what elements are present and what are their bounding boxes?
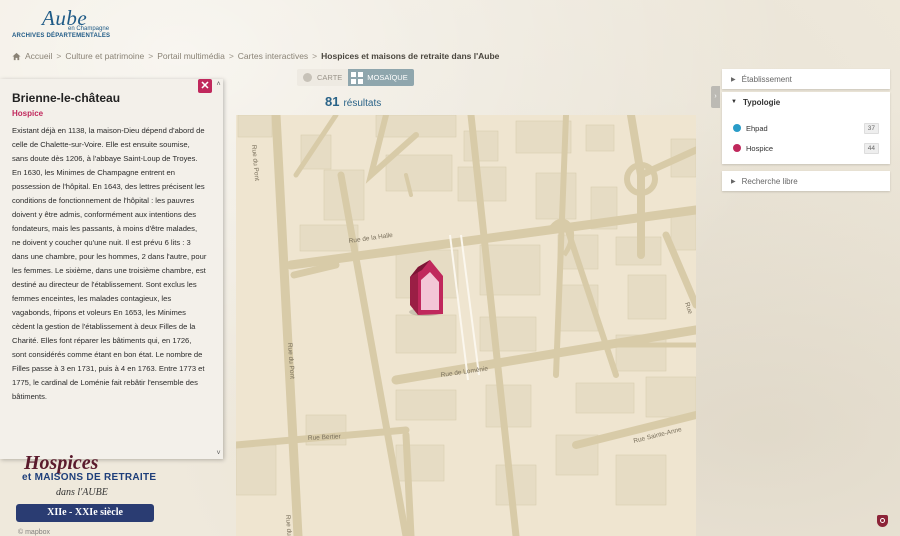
results-count: 81 résultats — [325, 94, 381, 109]
chevron-down-icon[interactable]: ˅ — [215, 450, 222, 457]
info-type: Hospice — [12, 109, 44, 118]
info-scrollbar[interactable]: ˄ ˅ — [214, 79, 223, 459]
hospice-dot-icon — [733, 144, 741, 152]
close-icon: ✕ — [200, 80, 210, 92]
map-pin-icon — [303, 73, 312, 82]
ehpad-dot-icon — [733, 124, 741, 132]
map-title-artwork: Hospices et MAISONS DE RETRAITE dans l'A… — [16, 452, 161, 536]
filter-etablissement[interactable]: ▶ Établissement — [722, 69, 890, 89]
breadcrumb-separator: > — [148, 51, 154, 61]
grid-icon — [351, 71, 364, 84]
breadcrumb: Accueil > Culture et patrimoine > Portai… — [12, 51, 499, 61]
close-button[interactable]: ✕ — [198, 79, 212, 93]
results-label: résultats — [343, 98, 382, 109]
street-label-rue-du-pont-bottom: Rue du Pont — [284, 515, 294, 536]
breadcrumb-separator: > — [312, 51, 318, 61]
map-canvas[interactable]: Rue de la Halle Rue du Pont Rue du Pont … — [236, 115, 696, 536]
typologie-count: 44 — [863, 143, 879, 154]
chevron-up-icon[interactable]: ˄ — [215, 81, 222, 88]
artwork-line-3: dans l'AUBE — [56, 487, 108, 498]
logo-subtitle: en Champagne — [68, 26, 110, 32]
typologie-option-hospice[interactable]: Hospice 44 — [722, 138, 890, 158]
filter-recherche-label: Recherche libre — [741, 176, 798, 186]
view-toggle: CARTE MOSAÏQUE — [297, 69, 414, 86]
filter-etablissement-header[interactable]: ▶ Établissement — [722, 69, 890, 89]
breadcrumb-cartes[interactable]: Cartes interactives — [238, 51, 308, 61]
artwork-line-4: XIIe - XXIe siècle — [16, 504, 154, 522]
typologie-option-ehpad[interactable]: Ehpad 37 — [722, 118, 890, 138]
breadcrumb-current: Hospices et maisons de retraite dans l'A… — [321, 51, 500, 61]
filter-typologie: ▼ Typologie Ehpad 37 Hospice 44 — [722, 92, 890, 164]
typologie-option-label: Ehpad — [746, 123, 768, 133]
filter-recherche[interactable]: ▶ Recherche libre — [722, 171, 890, 191]
info-description: Existant déjà en 1138, la maison-Dieu dé… — [12, 126, 207, 401]
triangle-down-icon: ▼ — [731, 99, 737, 105]
breadcrumb-portail[interactable]: Portail multimédia — [157, 51, 225, 61]
site-logo[interactable]: Aube en Champagne ARCHIVES DÉPARTEMENTAL… — [12, 6, 122, 40]
home-icon — [12, 52, 21, 60]
info-panel: ✕ Brienne-le-château Hospice Existant dé… — [0, 79, 223, 459]
street-label-rue-du-pont: Rue du Pont — [250, 145, 260, 182]
breadcrumb-culture[interactable]: Culture et patrimoine — [65, 51, 144, 61]
filter-typologie-header[interactable]: ▼ Typologie — [722, 92, 890, 112]
triangle-right-icon: ▶ — [731, 76, 736, 83]
info-title: Brienne-le-château — [12, 91, 121, 105]
typologie-option-label: Hospice — [746, 143, 774, 153]
triangle-right-icon: ▶ — [731, 178, 736, 185]
filter-etablissement-label: Établissement — [741, 74, 792, 84]
toggle-carte-button[interactable]: CARTE — [297, 69, 349, 86]
toggle-mosaique-label: MOSAÏQUE — [367, 73, 408, 82]
logo-archives: ARCHIVES DÉPARTEMENTALES — [12, 33, 111, 39]
chevron-right-icon: › — [714, 93, 717, 100]
toggle-carte-label: CARTE — [317, 73, 343, 82]
breadcrumb-separator: > — [56, 51, 62, 61]
map-view[interactable]: Rue de la Halle Rue du Pont Rue du Pont … — [236, 115, 696, 536]
breadcrumb-accueil[interactable]: Accueil — [25, 51, 52, 61]
toggle-mosaique-button[interactable]: MOSAÏQUE — [348, 69, 414, 86]
artwork-line-2: et MAISONS DE RETRAITE — [22, 472, 157, 483]
filter-recherche-header[interactable]: ▶ Recherche libre — [722, 171, 890, 191]
results-number: 81 — [325, 94, 340, 109]
breadcrumb-separator: > — [228, 51, 234, 61]
mapbox-attribution[interactable]: © mapbox — [18, 529, 50, 536]
shield-icon[interactable] — [877, 515, 888, 527]
filter-typologie-label: Typologie — [742, 97, 781, 107]
panel-collapse-tab[interactable]: › — [711, 86, 720, 108]
typologie-count: 37 — [863, 123, 879, 134]
